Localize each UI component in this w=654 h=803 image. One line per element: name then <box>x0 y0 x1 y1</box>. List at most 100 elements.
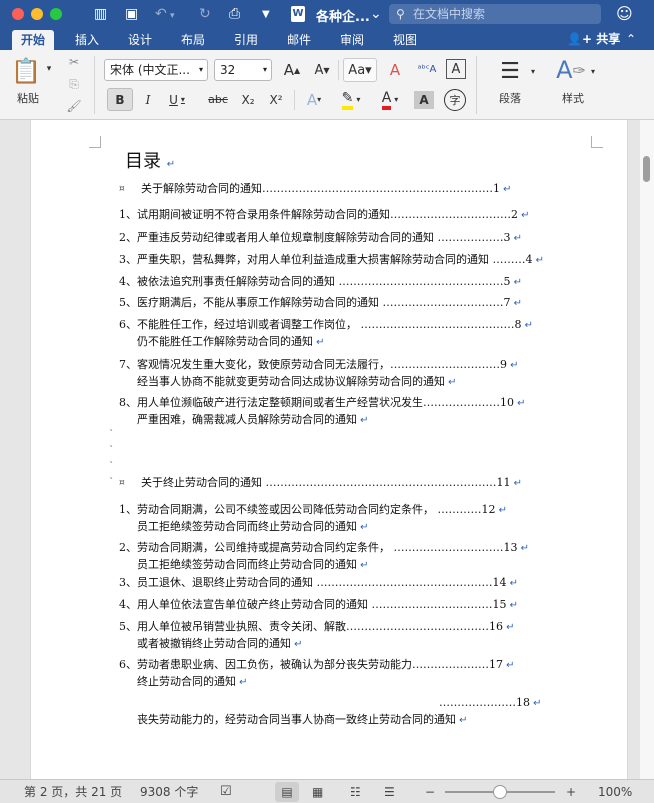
tab-layout[interactable]: 布局 <box>181 30 205 50</box>
paragraph-mark-icon: ↵ <box>313 337 325 348</box>
toc-entry-line[interactable]: 员工拒绝续签劳动合同而终止劳动合同的通知 ↵ <box>137 520 369 535</box>
char-border-button[interactable]: A <box>446 59 466 79</box>
toc-entry-line[interactable]: 2、劳动合同期满，公司维持或提高劳动合同约定条件， …………………………13 ↵ <box>119 541 529 556</box>
tab-insert[interactable]: 插入 <box>75 30 99 50</box>
toc-entry-line[interactable]: 8、用人单位濒临破产进行法定整顿期间或者生产经营状况发生…………………10 ↵ <box>119 396 526 411</box>
toc-entry-text: 关于终止劳动合同的通知 ………………………………………………………11 <box>141 476 511 489</box>
toc-entry-text: 或者被撤销终止劳动合同的通知 <box>137 637 291 650</box>
superscript-button[interactable]: X² <box>264 88 288 111</box>
char-shading-label: A <box>419 93 429 107</box>
styles-icon[interactable]: A ✑ <box>553 54 589 86</box>
toc-entry-text: 员工拒绝续签劳动合同而终止劳动合同的通知 <box>137 520 357 533</box>
scrollbar-thumb[interactable] <box>643 156 650 182</box>
zoom-window-button[interactable] <box>50 8 62 20</box>
share-button[interactable]: 👤+ 共享 <box>567 30 620 48</box>
web-layout-icon[interactable]: ▦ <box>312 784 323 800</box>
bold-button[interactable]: B <box>107 88 133 111</box>
shrink-font-button[interactable]: A ▼ <box>310 59 334 81</box>
highlight-button[interactable]: ✎ ▾ <box>333 88 369 111</box>
paragraph-dropdown-icon[interactable]: ▾ <box>528 64 538 78</box>
underline-button[interactable]: U ▾ <box>163 88 191 111</box>
toc-entry-line[interactable]: 终止劳动合同的通知 ↵ <box>137 675 248 690</box>
strikethrough-button[interactable]: abc <box>204 88 232 111</box>
undo-dropdown-icon[interactable]: ▾ <box>170 7 175 25</box>
cut-icon[interactable]: ✂ <box>64 52 84 72</box>
toc-entry-line[interactable]: 严重困难，确需裁减人员解除劳动合同的通知 ↵ <box>137 413 369 428</box>
format-painter-icon[interactable]: 🖌 <box>64 96 84 116</box>
font-size-select[interactable]: 32 ▾ <box>214 59 272 81</box>
toc-entry-line[interactable]: 6、劳动者患职业病、因工负伤，被确认为部分丧失劳动能力…………………17 ↵ <box>119 658 515 673</box>
toc-entry-text: 1、试用期间被证明不符合录用条件解除劳动合同的通知……………………………2 <box>119 208 518 221</box>
paragraph-mark-icon: ↵ <box>518 210 530 221</box>
clear-formatting-icon[interactable]: A <box>382 58 408 82</box>
print-layout-icon[interactable]: ▤ <box>275 782 299 802</box>
italic-label: I <box>145 92 151 107</box>
undo-icon[interactable]: ↶ <box>155 5 167 23</box>
change-case-button[interactable]: Aa▾ <box>343 58 377 82</box>
toc-entry-line[interactable]: 丧失劳动能力的，经劳动合同当事人协商一致终止劳动合同的通知 ↵ <box>137 713 468 728</box>
paste-dropdown-icon[interactable]: ▾ <box>44 62 54 76</box>
text-effects-button[interactable]: A ▾ <box>299 88 329 111</box>
toc-entry-line[interactable]: 1、试用期间被证明不符合录用条件解除劳动合同的通知……………………………2 ↵ <box>119 208 530 223</box>
zoom-slider-thumb[interactable] <box>493 785 507 799</box>
draft-view-icon[interactable]: ☰ <box>384 784 395 800</box>
vertical-scrollbar[interactable] <box>640 120 654 779</box>
redo-icon[interactable]: ↻ <box>199 5 211 23</box>
char-shading-button[interactable]: A <box>414 91 434 109</box>
tab-view[interactable]: 视图 <box>393 30 417 50</box>
search-input[interactable]: ⚲ 在文档中搜索 <box>389 4 601 24</box>
toc-entry-line[interactable]: 关于解除劳动合同的通知………………………………………………………1 ↵ <box>141 182 512 197</box>
toc-entry-line[interactable]: 3、员工退休、退职终止劳动合同的通知 …………………………………………14 ↵ <box>119 576 518 591</box>
zoom-out-icon[interactable]: − <box>425 784 435 800</box>
zoom-level[interactable]: 100% <box>598 784 632 800</box>
toc-entry-line[interactable]: 4、被依法追究刑事责任解除劳动合同的通知 ………………………………………5 ↵ <box>119 275 522 290</box>
toc-entry-line[interactable]: 5、用人单位被吊销营业执照、责令关闭、解散…………………………………16 ↵ <box>119 620 515 635</box>
toc-entry-line[interactable]: 5、医疗期满后，不能从事原工作解除劳动合同的通知 ……………………………7 ↵ <box>119 296 522 311</box>
feedback-smiley-icon[interactable]: ☺ <box>616 4 633 23</box>
sidebar-toggle-icon[interactable]: ▥ <box>94 5 107 23</box>
toc-entry-text: 5、用人单位被吊销营业执照、责令关闭、解散…………………………………16 <box>119 620 503 633</box>
font-color-button[interactable]: A ▾ <box>373 88 407 111</box>
tab-review[interactable]: 审阅 <box>340 30 364 50</box>
toc-entry-line[interactable]: 经当事人协商不能就变更劳动合同达成协议解除劳动合同的通知 ↵ <box>137 375 457 390</box>
tab-design[interactable]: 设计 <box>128 30 152 50</box>
page-count[interactable]: 第 2 页，共 21 页 <box>24 784 122 800</box>
outline-view-icon[interactable]: ☷ <box>350 784 361 800</box>
font-name-select[interactable]: 宋体 (中文正... ▾ <box>104 59 208 81</box>
italic-button[interactable]: I <box>137 88 159 111</box>
toc-entry-line[interactable]: 2、严重违反劳动纪律或者用人单位规章制度解除劳动合同的通知 ………………3 ↵ <box>119 231 522 246</box>
tab-references[interactable]: 引用 <box>234 30 258 50</box>
grow-font-button[interactable]: A ▲ <box>280 59 304 81</box>
paragraph-icon[interactable]: ☰ <box>490 56 530 86</box>
toc-entry-line[interactable]: 3、严重失职，营私舞弊，对用人单位利益造成重大损害解除劳动合同的通知 ………4 … <box>119 253 544 268</box>
phonetic-guide-button[interactable]: 字 <box>444 89 466 111</box>
print-icon[interactable]: ⎙ <box>229 5 240 23</box>
minimize-window-button[interactable] <box>31 8 43 20</box>
collapse-ribbon-icon[interactable]: ⌃ <box>626 30 636 48</box>
toc-entry-line[interactable]: …………………18 ↵ <box>439 696 542 711</box>
toc-entry-line[interactable]: 员工拒绝续签劳动合同而终止劳动合同的通知 ↵ <box>137 558 369 573</box>
toc-entry-line[interactable]: 关于终止劳动合同的通知 ………………………………………………………11 ↵ <box>141 476 522 491</box>
chevron-down-icon[interactable]: ⌄ <box>370 5 382 23</box>
tab-home[interactable]: 开始 <box>12 30 55 50</box>
toc-entry-line[interactable]: 6、不能胜任工作，经过培训或者调整工作岗位， ……………………………………8 ↵ <box>119 318 533 333</box>
styles-dropdown-icon[interactable]: ▾ <box>588 64 598 78</box>
paste-icon[interactable]: 📋 <box>8 56 44 86</box>
word-count[interactable]: 9308 个字 <box>140 784 198 800</box>
toc-entry-line[interactable]: 7、客观情况发生重大变化，致使原劳动合同无法履行，…………………………9 ↵ <box>119 358 519 373</box>
spelling-abc-icon[interactable]: ᵃᵇᶜA <box>414 56 440 82</box>
subscript-button[interactable]: X₂ <box>236 88 260 111</box>
toc-entry-line[interactable]: 或者被撤销终止劳动合同的通知 ↵ <box>137 637 303 652</box>
save-icon[interactable]: ▣ <box>125 5 138 23</box>
zoom-in-icon[interactable]: + <box>566 784 576 800</box>
toc-entry-line[interactable]: 4、用人单位依法宣告单位破产终止劳动合同的通知 ……………………………15 ↵ <box>119 598 518 613</box>
tab-mailings[interactable]: 邮件 <box>287 30 311 50</box>
copy-icon[interactable]: ⎘ <box>64 74 84 94</box>
document-page[interactable]: 目录 ↵ 关于解除劳动合同的通知………………………………………………………1 ↵… <box>30 120 628 779</box>
toc-entry-line[interactable]: 仍不能胜任工作解除劳动合同的通知 ↵ <box>137 335 325 350</box>
customize-toolbar-icon[interactable]: ▼ <box>262 6 270 24</box>
divider <box>94 56 95 114</box>
close-window-button[interactable] <box>12 8 24 20</box>
toc-entry-line[interactable]: 1、劳动合同期满，公司不续签或因公司降低劳动合同约定条件， …………12 ↵ <box>119 503 507 518</box>
proofing-icon[interactable]: ☑ <box>220 784 232 800</box>
